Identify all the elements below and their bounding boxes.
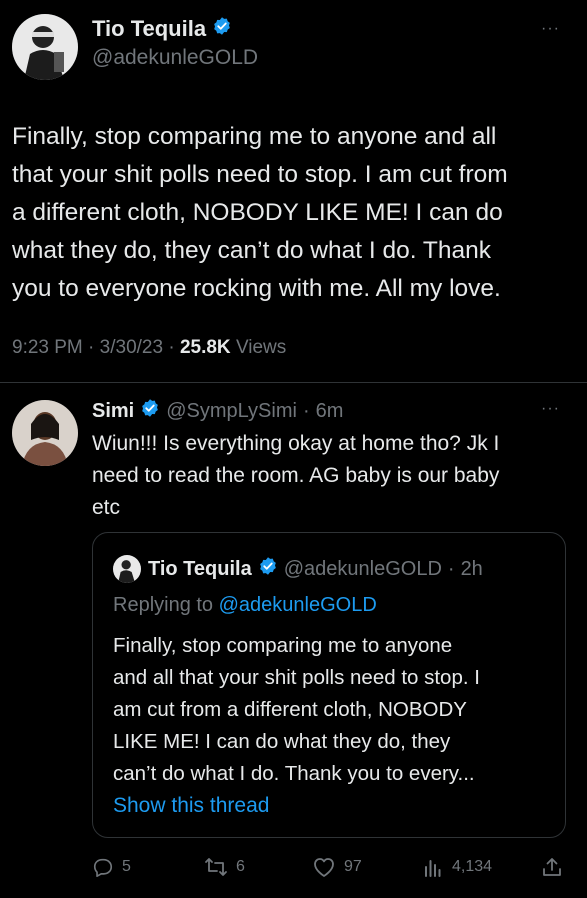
- tweet-text-line: LIKE ME! I can do what they do, they: [113, 730, 451, 753]
- tweet-meta: 9:23 PM · 3/30/23 · 25.8K Views: [12, 337, 286, 359]
- views-count-reply: 4,134: [452, 858, 493, 875]
- more-options-icon[interactable]: ···: [541, 20, 560, 38]
- retweet-icon: [204, 856, 228, 878]
- separator: ·: [447, 557, 455, 580]
- avatar-image: [113, 555, 141, 583]
- quoted-author-avatar: [113, 555, 141, 583]
- main-tweet-text: Finally, stop comparing me to anyone and…: [12, 118, 577, 308]
- tweet-text-line: etc: [92, 496, 121, 519]
- tweet-text-line: Finally, stop comparing me to anyone: [113, 634, 453, 657]
- analytics-icon: [422, 856, 444, 878]
- replying-to-handle[interactable]: @adekunleGOLD: [219, 594, 377, 616]
- quoted-author-handle: @adekunleGOLD: [283, 557, 442, 580]
- like-count: 97: [344, 858, 362, 875]
- reply-tweet-text: Wiun!!! Is everything okay at home tho? …: [92, 428, 572, 524]
- share-action[interactable]: [541, 856, 563, 878]
- main-author-avatar[interactable]: [12, 14, 78, 80]
- verified-badge-icon: [258, 556, 278, 582]
- tweet-text-line: a different cloth, NOBODY LIKE ME! I can…: [12, 199, 503, 226]
- tweet-text-line: need to read the room. AG baby is our ba…: [92, 464, 500, 487]
- separator: ·: [168, 337, 175, 358]
- avatar-image: [12, 14, 78, 80]
- retweet-action[interactable]: 6: [204, 856, 245, 878]
- quoted-author-name: Tio Tequila: [148, 557, 252, 580]
- show-thread-link[interactable]: Show this thread: [113, 794, 269, 818]
- tweet-text-line: that your shit polls need to stop. I am …: [12, 161, 508, 188]
- verified-badge-icon: [212, 16, 232, 42]
- reply-time[interactable]: 6m: [316, 400, 344, 423]
- reply-icon: [92, 856, 114, 878]
- like-action[interactable]: 97: [312, 856, 362, 878]
- views-action[interactable]: 4,134: [422, 856, 492, 878]
- replying-to-label: Replying to: [113, 594, 214, 616]
- quoted-time: 2h: [460, 557, 483, 580]
- retweet-count: 6: [236, 858, 245, 875]
- separator: ·: [302, 399, 310, 422]
- avatar-image: [12, 400, 78, 466]
- main-author-handle[interactable]: @adekunleGOLD: [92, 46, 258, 70]
- share-icon: [541, 856, 563, 878]
- tweet-text-line: and all that your shit polls need to sto…: [113, 666, 480, 689]
- tweet-date[interactable]: 3/30/23: [100, 337, 163, 358]
- reply-action[interactable]: 5: [92, 856, 131, 878]
- quoted-tweet-text: Finally, stop comparing me to anyone and…: [113, 630, 558, 790]
- reply-count: 5: [122, 858, 131, 875]
- tweet-text-line: Wiun!!! Is everything okay at home tho? …: [92, 432, 500, 455]
- divider: [0, 382, 587, 383]
- tweet-text-line: am cut from a different cloth, NOBODY: [113, 698, 467, 721]
- tweet-text-line: Finally, stop comparing me to anyone and…: [12, 123, 497, 150]
- tweet-time[interactable]: 9:23 PM: [12, 337, 83, 358]
- views-label: Views: [235, 337, 287, 358]
- heart-icon: [312, 856, 336, 878]
- verified-badge-icon: [140, 398, 160, 424]
- separator: ·: [88, 337, 95, 358]
- reply-author-handle[interactable]: @SympLySimi: [166, 400, 297, 423]
- tweet-text-line: what they do, they can’t do what I do. T…: [12, 237, 491, 264]
- reply-author-name[interactable]: Simi: [92, 400, 134, 423]
- tweet-text-line: can’t do what I do. Thank you to every..…: [113, 762, 475, 785]
- main-author-name[interactable]: Tio Tequila: [92, 16, 206, 42]
- views-count[interactable]: 25.8K: [180, 337, 231, 358]
- more-options-icon[interactable]: ···: [541, 400, 560, 418]
- tweet-text-line: you to everyone rocking with me. All my …: [12, 275, 501, 302]
- reply-author-avatar[interactable]: [12, 400, 78, 466]
